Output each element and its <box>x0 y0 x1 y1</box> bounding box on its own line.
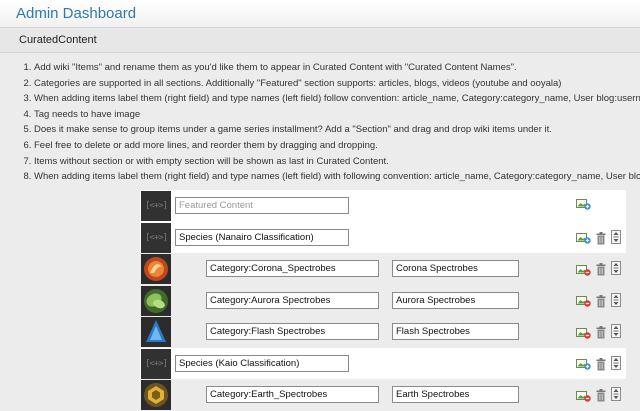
item-row[interactable]: Category:Aurora Spectrobes Aurora Spectro… <box>140 285 626 317</box>
item-type-name-input[interactable]: Category:Flash Spectrobes <box>206 323 379 340</box>
instruction-item: When adding items label them (right fiel… <box>34 91 640 107</box>
trash-icon[interactable] <box>596 326 606 339</box>
section-image-placeholder[interactable]: [<+>] <box>141 191 171 221</box>
drag-handle-icon[interactable] <box>611 324 621 341</box>
item-type-name-input[interactable]: Category:Earth_Spectrobes <box>206 386 379 403</box>
instruction-item: Feel free to delete or add more lines, a… <box>34 138 640 154</box>
item-thumbnail[interactable] <box>141 317 171 347</box>
row-actions <box>576 198 591 210</box>
row-actions <box>576 229 621 247</box>
item-thumbnail[interactable] <box>141 380 171 410</box>
title-bar: Admin Dashboard <box>0 0 640 28</box>
image-remove-icon[interactable] <box>576 264 591 276</box>
section-title: CuratedContent <box>19 34 97 46</box>
trash-icon[interactable] <box>596 389 606 402</box>
instruction-item: Categories are supported in all sections… <box>34 76 640 92</box>
image-remove-icon[interactable] <box>576 327 591 339</box>
item-row[interactable]: Category:Corona_Spectrobes Corona Spectro… <box>140 253 626 285</box>
row-actions <box>576 355 621 373</box>
image-remove-icon[interactable] <box>576 390 591 402</box>
item-label-input[interactable]: Flash Spectrobes <box>392 323 519 340</box>
section-image-placeholder[interactable]: [<+>] <box>141 222 171 253</box>
image-add-icon[interactable] <box>576 198 591 210</box>
instruction-item: Tag needs to have image <box>34 107 640 123</box>
instructions-list: Add wiki "Items" and rename them as you'… <box>0 60 640 185</box>
item-row[interactable]: Category:Earth_Spectrobes Earth Spectrobe… <box>140 379 626 411</box>
row-actions <box>576 387 621 404</box>
instruction-item: Does it make sense to group items under … <box>34 122 640 138</box>
image-remove-icon[interactable] <box>576 295 591 307</box>
section-image-placeholder[interactable]: [<+>] <box>141 348 171 379</box>
image-add-icon[interactable] <box>576 232 591 244</box>
section-header: CuratedContent <box>0 29 640 53</box>
drag-handle-icon[interactable] <box>611 355 621 373</box>
section-name-input[interactable]: Species (Nanairo Classification) <box>175 228 349 246</box>
image-add-icon[interactable] <box>576 358 591 370</box>
item-label-input[interactable]: Corona Spectrobes <box>392 260 519 277</box>
trash-icon[interactable] <box>596 231 606 245</box>
item-type-name-input[interactable]: Category:Corona_Spectrobes <box>206 260 379 277</box>
row-actions <box>576 292 621 310</box>
trash-icon[interactable] <box>596 263 606 276</box>
item-row[interactable]: Category:Flash Spectrobes Flash Spectrobe… <box>140 316 626 348</box>
item-label-input[interactable]: Aurora Spectrobes <box>392 291 519 309</box>
instruction-item: Add wiki "Items" and rename them as you'… <box>34 60 640 76</box>
curated-items-list: [<+>] Featured Content [<+>] Species (Nanai… <box>140 190 626 411</box>
drag-handle-icon[interactable] <box>611 261 621 278</box>
row-actions <box>576 261 621 278</box>
trash-icon[interactable] <box>596 294 606 308</box>
page-title: Admin Dashboard <box>16 5 137 22</box>
row-actions <box>576 324 621 341</box>
drag-handle-icon[interactable] <box>611 229 621 247</box>
drag-handle-icon[interactable] <box>611 387 621 404</box>
item-label-input[interactable]: Earth Spectrobes <box>392 386 519 403</box>
instruction-item: Items without section or with empty sect… <box>34 154 640 170</box>
section-row[interactable]: [<+>] Species (Nanairo Classification) <box>140 221 626 253</box>
section-name-input[interactable]: Species (Kaio Classification) <box>175 354 349 372</box>
trash-icon[interactable] <box>596 357 606 371</box>
section-row[interactable]: [<+>] Featured Content <box>140 190 626 222</box>
item-thumbnail[interactable] <box>141 254 171 284</box>
drag-handle-icon[interactable] <box>611 292 621 310</box>
instruction-item: When adding items label them (right fiel… <box>34 169 640 185</box>
item-type-name-input[interactable]: Category:Aurora Spectrobes <box>206 291 379 309</box>
item-thumbnail[interactable] <box>141 285 171 316</box>
section-row[interactable]: [<+>] Species (Kaio Classification) <box>140 347 626 379</box>
section-name-input[interactable]: Featured Content <box>175 197 349 214</box>
